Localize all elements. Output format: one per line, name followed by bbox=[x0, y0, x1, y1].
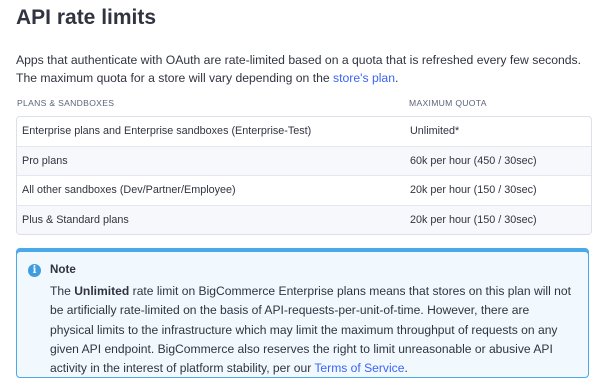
note-accent-bar bbox=[17, 249, 588, 252]
note-body: The Unlimited rate limit on BigCommerce … bbox=[50, 282, 575, 377]
header-quota: MAXIMUM QUOTA bbox=[409, 98, 487, 108]
page-content: API rate limits Apps that authenticate w… bbox=[16, 0, 592, 378]
table-row: Enterprise plans and Enterprise sandboxe… bbox=[17, 117, 591, 146]
note-body-rest: rate limit on BigCommerce Enterprise pla… bbox=[50, 284, 571, 376]
note-body-end: . bbox=[404, 361, 408, 376]
terms-of-service-link[interactable]: Terms of Service bbox=[314, 361, 404, 375]
quota-cell: 20k per hour (150 / 30sec) bbox=[410, 184, 537, 196]
header-plans: PLANS & SANDBOXES bbox=[17, 98, 115, 108]
plan-cell: Pro plans bbox=[22, 154, 68, 167]
table-row: All other sandboxes (Dev/Partner/Employe… bbox=[17, 175, 591, 205]
note-callout: i Note The Unlimited rate limit on BigCo… bbox=[16, 248, 589, 378]
quota-cell: 60k per hour (450 / 30sec) bbox=[410, 154, 537, 167]
note-body-bold: Unlimited bbox=[74, 284, 130, 298]
table-row: Plus & Standard plans 20k per hour (150 … bbox=[17, 204, 591, 234]
intro-end: . bbox=[395, 70, 399, 85]
quota-cell: 20k per hour (150 / 30sec) bbox=[410, 213, 537, 226]
store-plan-link[interactable]: store's plan bbox=[333, 71, 395, 85]
plan-cell: Enterprise plans and Enterprise sandboxe… bbox=[22, 125, 312, 137]
plan-cell: Plus & Standard plans bbox=[22, 213, 129, 226]
note-body-start: The bbox=[50, 284, 75, 298]
info-icon: i bbox=[28, 264, 41, 277]
rate-limits-table: Enterprise plans and Enterprise sandboxe… bbox=[16, 116, 592, 235]
table-header: PLANS & SANDBOXES MAXIMUM QUOTA bbox=[16, 98, 592, 112]
page-title: API rate limits bbox=[16, 6, 157, 29]
intro-paragraph: Apps that authenticate with OAuth are ra… bbox=[16, 52, 592, 87]
intro-text: Apps that authenticate with OAuth are ra… bbox=[16, 53, 582, 85]
plan-cell: All other sandboxes (Dev/Partner/Employe… bbox=[22, 184, 236, 196]
quota-cell: Unlimited* bbox=[410, 125, 460, 137]
table-row: Pro plans 60k per hour (450 / 30sec) bbox=[17, 145, 591, 175]
note-title: Note bbox=[50, 263, 76, 276]
